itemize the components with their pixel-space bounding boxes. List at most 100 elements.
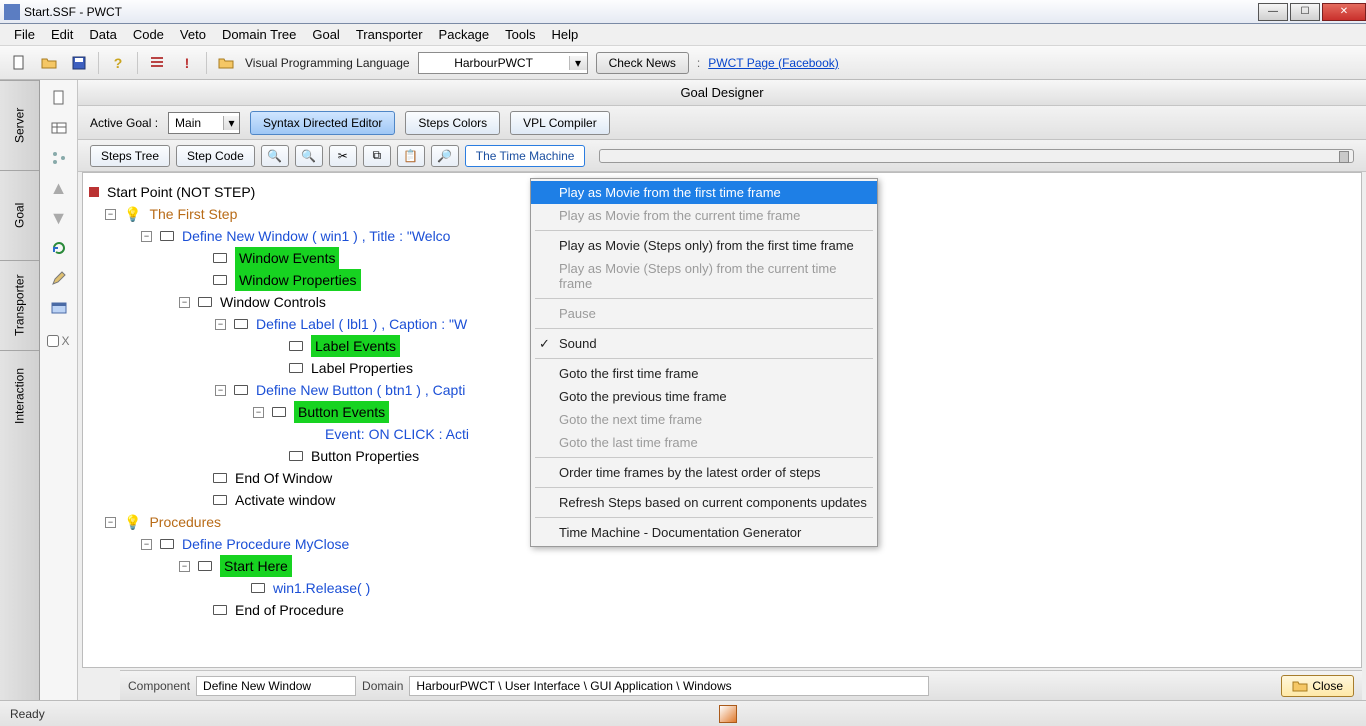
chevron-down-icon[interactable]: ▾ (223, 116, 239, 130)
def-window[interactable]: Define New Window ( win1 ) , Title : "We… (182, 225, 450, 247)
def-button[interactable]: Define New Button ( btn1 ) , Capti (256, 379, 465, 401)
lang-combo[interactable]: HarbourPWCT ▾ (418, 52, 588, 74)
release-call[interactable]: win1.Release( ) (273, 577, 370, 599)
menu-item[interactable]: Sound (531, 332, 877, 355)
expand-icon[interactable]: − (141, 539, 152, 550)
end-proc[interactable]: End of Procedure (235, 599, 344, 621)
menu-code[interactable]: Code (125, 25, 172, 44)
folder-icon[interactable] (215, 52, 237, 74)
status-bar: Ready (0, 700, 1366, 726)
menu-item[interactable]: Goto the previous time frame (531, 385, 877, 408)
expand-icon[interactable]: − (253, 407, 264, 418)
tab-transporter[interactable]: Transporter (0, 260, 39, 350)
save-icon[interactable] (68, 52, 90, 74)
node-icon (251, 583, 265, 593)
start-here[interactable]: Start Here (220, 555, 292, 577)
expand-icon[interactable]: − (141, 231, 152, 242)
menu-package[interactable]: Package (431, 25, 498, 44)
tab-goal[interactable]: Goal (0, 170, 39, 260)
new-file-icon[interactable] (8, 52, 30, 74)
close-button[interactable]: ✕ (1322, 3, 1366, 21)
page-icon[interactable] (49, 88, 69, 108)
x-checkbox[interactable]: X (47, 334, 69, 348)
syntax-editor-label: Syntax Directed Editor (263, 116, 382, 130)
domain-field[interactable]: HarbourPWCT \ User Interface \ GUI Appli… (409, 676, 929, 696)
arrow-down-icon[interactable]: ▼ (49, 208, 69, 228)
paste-icon[interactable]: 📋 (397, 145, 425, 167)
steps-colors-button[interactable]: Steps Colors (405, 111, 500, 135)
steps-tree-button[interactable]: Steps Tree (90, 145, 170, 167)
menu-item[interactable]: Order time frames by the latest order of… (531, 461, 877, 484)
node-icon (213, 275, 227, 285)
expand-icon[interactable]: − (105, 517, 116, 528)
check-news-button[interactable]: Check News (596, 52, 689, 74)
menu-item[interactable]: Goto the first time frame (531, 362, 877, 385)
minimize-button[interactable]: — (1258, 3, 1288, 21)
menu-item[interactable]: Play as Movie (Steps only) from the firs… (531, 234, 877, 257)
menu-help[interactable]: Help (544, 25, 587, 44)
window-controls[interactable]: Window Controls (220, 291, 326, 313)
grid-icon[interactable] (49, 118, 69, 138)
copy-icon[interactable]: ⧉ (363, 145, 391, 167)
expand-icon[interactable]: − (215, 319, 226, 330)
vpl-compiler-button[interactable]: VPL Compiler (510, 111, 610, 135)
window-icon[interactable] (49, 298, 69, 318)
button-props[interactable]: Button Properties (311, 445, 419, 467)
def-proc[interactable]: Define Procedure MyClose (182, 533, 349, 555)
zoom-in-icon[interactable]: 🔍 (261, 145, 289, 167)
syntax-editor-button[interactable]: Syntax Directed Editor (250, 111, 395, 135)
step-code-button[interactable]: Step Code (176, 145, 255, 167)
tree-icon[interactable] (49, 148, 69, 168)
label-props[interactable]: Label Properties (311, 357, 413, 379)
pwct-facebook-link[interactable]: PWCT Page (Facebook) (708, 56, 839, 70)
activate-window[interactable]: Activate window (235, 489, 335, 511)
active-goal-combo[interactable]: Main ▾ (168, 112, 240, 134)
component-field[interactable]: Define New Window (196, 676, 356, 696)
pencil-icon[interactable] (49, 268, 69, 288)
window-events[interactable]: Window Events (235, 247, 339, 269)
menu-file[interactable]: File (6, 25, 43, 44)
event-click[interactable]: Event: ON CLICK : Acti (325, 423, 469, 445)
button-events[interactable]: Button Events (294, 401, 389, 423)
menu-tools[interactable]: Tools (497, 25, 543, 44)
menu-transporter[interactable]: Transporter (348, 25, 431, 44)
expand-icon[interactable]: − (105, 209, 116, 220)
arrow-up-icon[interactable]: ▲ (49, 178, 69, 198)
time-machine-menu: Play as Movie from the first time frameP… (530, 178, 878, 547)
menu-item[interactable]: Play as Movie from the first time frame (531, 181, 877, 204)
tab-interaction[interactable]: Interaction (0, 350, 39, 440)
first-step[interactable]: The First Step (149, 203, 237, 225)
menu-item: Play as Movie from the current time fram… (531, 204, 877, 227)
end-window[interactable]: End Of Window (235, 467, 332, 489)
search-icon[interactable]: 🔎 (431, 145, 459, 167)
menu-edit[interactable]: Edit (43, 25, 81, 44)
menu-domain-tree[interactable]: Domain Tree (214, 25, 304, 44)
time-slider[interactable] (599, 149, 1354, 163)
expand-icon[interactable]: − (215, 385, 226, 396)
close-panel-button[interactable]: Close (1281, 675, 1354, 697)
tree-root[interactable]: Start Point (NOT STEP) (107, 181, 255, 203)
maximize-button[interactable]: ☐ (1290, 3, 1320, 21)
menu-goal[interactable]: Goal (304, 25, 347, 44)
menu-data[interactable]: Data (81, 25, 124, 44)
zoom-out-icon[interactable]: 🔍 (295, 145, 323, 167)
open-folder-icon[interactable] (38, 52, 60, 74)
procedures[interactable]: Procedures (149, 511, 221, 533)
expand-icon[interactable]: − (179, 561, 190, 572)
list-icon[interactable] (146, 52, 168, 74)
tab-server[interactable]: Server (0, 80, 39, 170)
cut-icon[interactable]: ✂ (329, 145, 357, 167)
def-label[interactable]: Define Label ( lbl1 ) , Caption : "W (256, 313, 467, 335)
help-icon[interactable]: ? (107, 52, 129, 74)
refresh-icon[interactable] (49, 238, 69, 258)
expand-icon[interactable]: − (179, 297, 190, 308)
menu-item[interactable]: Refresh Steps based on current component… (531, 491, 877, 514)
menu-veto[interactable]: Veto (172, 25, 214, 44)
lang-value: HarbourPWCT (419, 56, 569, 70)
time-machine-button[interactable]: The Time Machine (465, 145, 586, 167)
exclaim-icon[interactable]: ! (176, 52, 198, 74)
label-events[interactable]: Label Events (311, 335, 400, 357)
menu-item[interactable]: Time Machine - Documentation Generator (531, 521, 877, 544)
window-props[interactable]: Window Properties (235, 269, 361, 291)
chevron-down-icon[interactable]: ▾ (569, 56, 587, 70)
